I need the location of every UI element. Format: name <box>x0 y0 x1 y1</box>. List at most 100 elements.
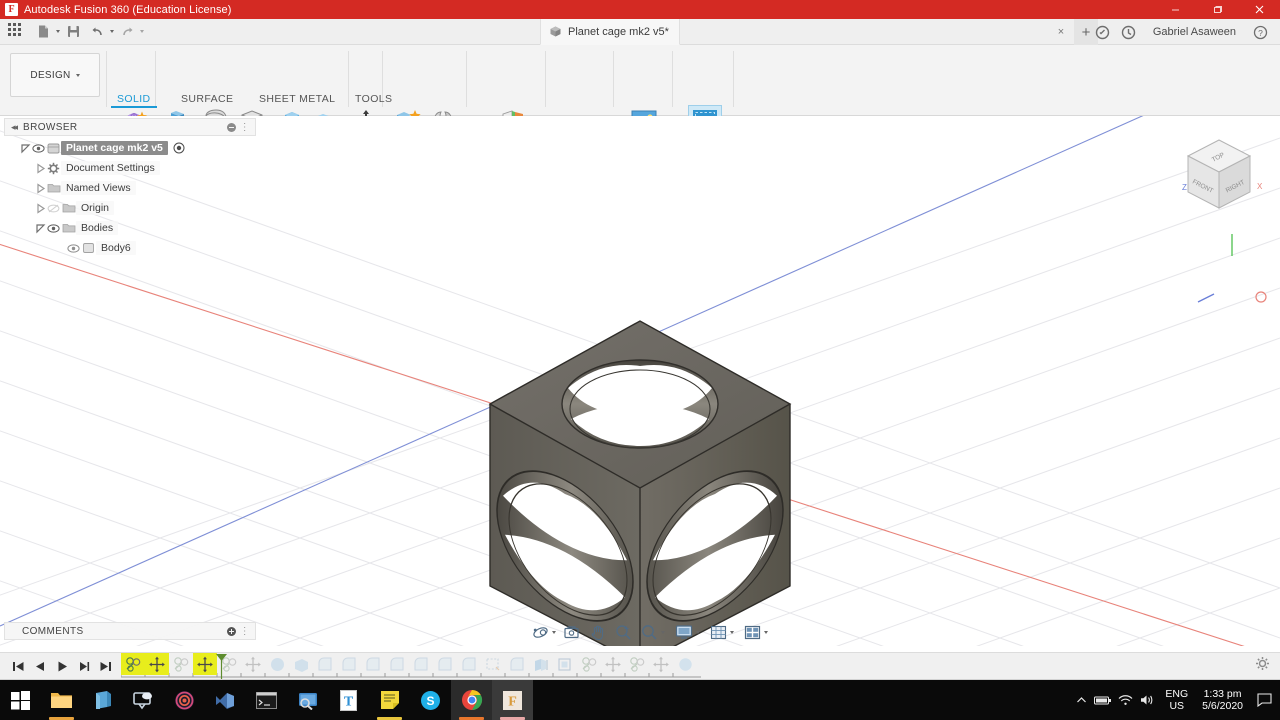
redo-icon[interactable] <box>116 22 138 42</box>
visibility-eye-icon[interactable] <box>46 223 61 234</box>
grid-snaps-button[interactable] <box>708 622 729 642</box>
grid-caret-icon[interactable] <box>730 630 734 634</box>
fusion-360-button[interactable]: F <box>492 680 533 720</box>
resize-grip-icon[interactable]: ⋮ <box>240 626 250 637</box>
display-caret-icon[interactable] <box>696 630 700 634</box>
teams-button[interactable] <box>123 680 164 720</box>
tree-item-document-settings[interactable]: Document Settings <box>4 158 256 178</box>
timeline-settings-icon[interactable] <box>1255 656 1280 676</box>
visibility-eye-icon[interactable] <box>31 143 46 154</box>
timeline-fillet-feature[interactable] <box>337 653 361 675</box>
start-button[interactable] <box>0 680 41 720</box>
collapsed-triangle-icon[interactable] <box>35 182 46 194</box>
file-caret-icon[interactable] <box>56 30 60 33</box>
snip-tool-button[interactable] <box>287 680 328 720</box>
comments-panel-header[interactable]: COMMENTS ⋮ <box>4 622 256 640</box>
timeline-fillet-feature[interactable] <box>313 653 337 675</box>
expanded-triangle-icon[interactable] <box>20 143 31 154</box>
timeline-sketch-feature[interactable] <box>577 653 601 675</box>
restore-icon[interactable] <box>1196 0 1238 19</box>
clock[interactable]: 1:33 pm 5/6/2020 <box>1195 688 1250 712</box>
sticky-notes-button[interactable] <box>369 680 410 720</box>
browser-header[interactable]: ◂◂ BROWSER ⋮ <box>4 118 256 136</box>
fit-button[interactable] <box>639 622 660 642</box>
timeline-track[interactable] <box>121 653 701 679</box>
pan-button[interactable] <box>587 622 608 642</box>
collapsed-triangle-icon[interactable] <box>35 202 46 214</box>
user-name-label[interactable]: Gabriel Asaween <box>1143 26 1246 38</box>
tree-item-body6[interactable]: Body6 <box>4 238 256 258</box>
skip-start-icon[interactable] <box>8 656 27 676</box>
timeline-sketch-feature[interactable] <box>121 653 145 675</box>
tree-item-named-views[interactable]: Named Views <box>4 178 256 198</box>
visibility-off-icon[interactable] <box>46 203 61 214</box>
orbit-caret-icon[interactable] <box>552 630 556 634</box>
notifications-icon[interactable] <box>1091 21 1115 43</box>
job-status-icon[interactable] <box>1117 21 1141 43</box>
skip-end-icon[interactable] <box>96 656 115 676</box>
timeline-fillet-feature[interactable] <box>361 653 385 675</box>
show-hidden-icons-icon[interactable] <box>1070 680 1092 720</box>
media-player-button[interactable] <box>164 680 205 720</box>
zoom-in-button[interactable] <box>613 622 634 642</box>
model-planet-cage[interactable] <box>488 320 792 646</box>
tree-item-origin[interactable]: Origin <box>4 198 256 218</box>
step-back-icon[interactable] <box>30 656 49 676</box>
document-tab[interactable]: Planet cage mk2 v5* <box>540 19 680 45</box>
timeline-playhead[interactable] <box>215 653 228 679</box>
timeline-move-feature[interactable] <box>145 653 169 675</box>
collapse-left-icon[interactable]: ◂◂ <box>11 122 18 133</box>
tab-tools[interactable]: TOOLS <box>355 93 392 105</box>
close-icon[interactable] <box>1238 0 1280 19</box>
collapsed-triangle-icon[interactable] <box>35 162 46 174</box>
viewports-caret-icon[interactable] <box>764 630 768 634</box>
timeline-fillet-feature[interactable] <box>409 653 433 675</box>
volume-icon[interactable] <box>1136 680 1158 720</box>
timeline-move-feature[interactable] <box>601 653 625 675</box>
panel-options-icon[interactable] <box>226 122 236 132</box>
timeline-move-feature[interactable] <box>241 653 265 675</box>
add-comment-icon[interactable] <box>226 626 236 636</box>
file-explorer-button[interactable] <box>41 680 82 720</box>
undo-caret-icon[interactable] <box>110 30 114 33</box>
resize-grip-icon[interactable]: ⋮ <box>240 122 250 133</box>
timeline-fillet-feature[interactable] <box>457 653 481 675</box>
chrome-button[interactable] <box>451 680 492 720</box>
language-indicator[interactable]: ENG US <box>1158 688 1195 712</box>
viewcube-body[interactable]: TOP FRONT RIGHT <box>1186 139 1252 209</box>
play-icon[interactable] <box>52 656 71 676</box>
timeline-pattern-feature[interactable] <box>553 653 577 675</box>
terminal-button[interactable] <box>246 680 287 720</box>
text-editor-button[interactable]: T <box>328 680 369 720</box>
tab-surface[interactable]: SURFACE <box>181 93 233 105</box>
viewports-button[interactable] <box>742 622 763 642</box>
action-center-icon[interactable] <box>1250 680 1278 720</box>
fit-caret-icon[interactable] <box>661 630 665 634</box>
timeline-extrude-feature[interactable] <box>529 653 553 675</box>
look-at-button[interactable] <box>561 622 582 642</box>
timeline-sketch-feature[interactable] <box>625 653 649 675</box>
step-forward-icon[interactable] <box>74 656 93 676</box>
view-cube[interactable]: TOP FRONT RIGHT Z X <box>1164 120 1274 225</box>
undo-icon[interactable] <box>86 22 108 42</box>
timeline-move-feature[interactable] <box>649 653 673 675</box>
timeline-sketch-feature[interactable] <box>481 653 505 675</box>
wifi-icon[interactable] <box>1114 680 1136 720</box>
timeline-move-feature[interactable] <box>193 653 217 675</box>
file-icon[interactable] <box>32 22 54 42</box>
timeline-extrude-feature[interactable] <box>265 653 289 675</box>
timeline-revolve-feature[interactable] <box>673 653 697 675</box>
expanded-triangle-icon[interactable] <box>35 223 46 234</box>
app-grid-icon[interactable] <box>7 22 22 42</box>
skype-button[interactable]: S <box>410 680 451 720</box>
save-icon[interactable] <box>62 22 84 42</box>
tree-item-bodies[interactable]: Bodies <box>4 218 256 238</box>
visual-studio-button[interactable] <box>205 680 246 720</box>
orbit-button[interactable] <box>530 622 551 642</box>
tab-solid[interactable]: SOLID <box>111 93 156 108</box>
battery-icon[interactable] <box>1092 680 1114 720</box>
timeline-extrude-feature[interactable] <box>289 653 313 675</box>
minimize-icon[interactable] <box>1154 0 1196 19</box>
timeline-fillet-feature[interactable] <box>433 653 457 675</box>
visibility-eye-icon[interactable] <box>66 243 81 254</box>
